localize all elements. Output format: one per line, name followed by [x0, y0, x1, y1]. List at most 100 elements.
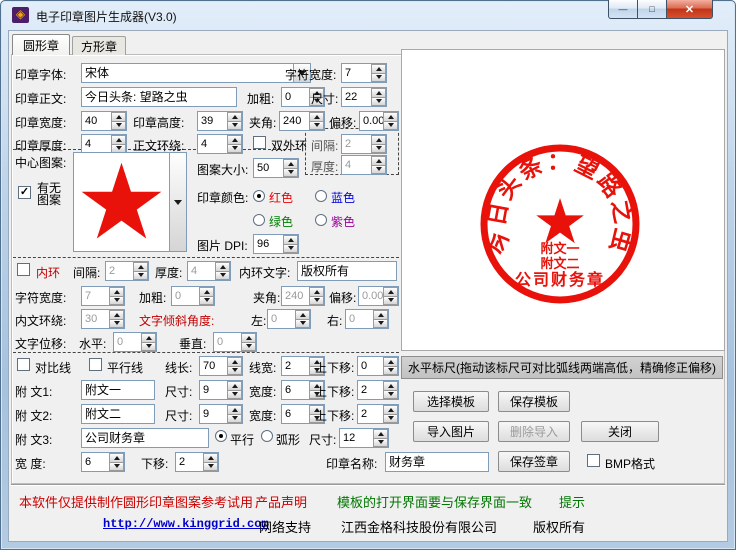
shift-horizontal-spinner[interactable]: 0 — [113, 332, 157, 352]
spin-up-icon[interactable] — [283, 235, 298, 245]
color-blue-radio[interactable] — [315, 190, 327, 202]
spinner-buttons[interactable] — [203, 453, 218, 471]
spin-up-icon[interactable] — [371, 156, 386, 166]
inner-thickness-spinner[interactable]: 4 — [187, 261, 231, 281]
spin-up-icon[interactable] — [371, 88, 386, 98]
spin-up-icon[interactable] — [109, 310, 124, 320]
minimize-button[interactable]: — — [608, 0, 638, 19]
spinner-buttons[interactable] — [133, 262, 148, 280]
spin-up-icon[interactable] — [227, 381, 242, 391]
appendix3-width-spinner[interactable]: 6 — [81, 452, 125, 472]
spin-up-icon[interactable] — [309, 112, 324, 122]
appendix3-input[interactable]: 公司财务章 — [81, 428, 209, 448]
inner-ring-checkbox[interactable] — [17, 263, 30, 276]
spin-up-icon[interactable] — [383, 381, 398, 391]
spinner-buttons[interactable] — [309, 112, 324, 130]
tip-link[interactable]: 提示 — [559, 492, 585, 511]
choose-template-button[interactable]: 选择模板 — [413, 391, 489, 412]
spinner-buttons[interactable] — [283, 235, 298, 253]
spin-down-icon[interactable] — [133, 271, 148, 280]
angle-spinner[interactable]: 240 — [279, 111, 325, 131]
spin-up-icon[interactable] — [283, 159, 298, 169]
parallel-line-checkbox[interactable] — [89, 358, 102, 371]
maximize-button[interactable]: □ — [638, 0, 667, 19]
spinner-buttons[interactable] — [383, 405, 398, 423]
spinner-buttons[interactable] — [371, 88, 386, 106]
font-combobox[interactable]: 宋体 — [81, 63, 311, 83]
down-shift-spinner[interactable]: 2 — [175, 452, 219, 472]
spin-down-icon[interactable] — [383, 390, 398, 399]
size-spinner[interactable]: 22 — [341, 87, 387, 107]
spin-down-icon[interactable] — [109, 462, 124, 471]
spinner-buttons[interactable] — [295, 310, 310, 328]
spin-up-icon[interactable] — [203, 453, 218, 463]
spin-down-icon[interactable] — [383, 296, 398, 305]
appendix2-updown-spinner[interactable]: 2 — [357, 404, 399, 424]
spin-down-icon[interactable] — [111, 121, 126, 130]
has-pattern-checkbox[interactable] — [18, 186, 31, 199]
color-green-radio[interactable] — [253, 214, 265, 226]
ring-gap-spinner[interactable]: 2 — [341, 134, 387, 154]
spin-down-icon[interactable] — [199, 296, 214, 305]
spin-down-icon[interactable] — [383, 366, 398, 375]
spinner-buttons[interactable] — [383, 287, 398, 305]
spinner-buttons[interactable] — [371, 156, 386, 174]
contrast-line-checkbox[interactable] — [17, 358, 30, 371]
spin-up-icon[interactable] — [227, 112, 242, 122]
spin-down-icon[interactable] — [309, 121, 324, 130]
delete-import-button[interactable]: 删除导入 — [498, 421, 570, 442]
spinner-buttons[interactable] — [109, 453, 124, 471]
tab-round-seal[interactable]: 圆形章 — [12, 34, 70, 55]
spin-up-icon[interactable] — [109, 453, 124, 463]
website-link[interactable]: http://www.kinggrid.com — [103, 517, 269, 531]
spinner-buttons[interactable] — [199, 287, 214, 305]
spin-down-icon[interactable] — [109, 296, 124, 305]
spin-up-icon[interactable] — [383, 287, 398, 297]
spin-up-icon[interactable] — [373, 429, 388, 439]
spinner-buttons[interactable] — [215, 262, 230, 280]
tab-square-seal[interactable]: 方形章 — [72, 36, 126, 55]
spinner-buttons[interactable] — [241, 333, 256, 351]
spinner-buttons[interactable] — [373, 310, 388, 328]
seal-text-input[interactable]: 今日头条: 望路之虫 — [81, 87, 237, 107]
appendix3-size-spinner[interactable]: 12 — [339, 428, 389, 448]
pattern-size-spinner[interactable]: 50 — [253, 158, 299, 178]
spin-up-icon[interactable] — [111, 135, 126, 145]
close-button[interactable]: ✕ — [667, 0, 713, 19]
spin-down-icon[interactable] — [283, 168, 298, 177]
arc-radio[interactable] — [261, 430, 273, 442]
spin-up-icon[interactable] — [309, 287, 324, 297]
shift-vertical-spinner[interactable]: 0 — [213, 332, 257, 352]
seal-width-spinner[interactable]: 40 — [81, 111, 127, 131]
line-length-spinner[interactable]: 70 — [199, 356, 243, 376]
appendix1-size-spinner[interactable]: 9 — [199, 380, 243, 400]
product-statement-link[interactable]: 产品声明 — [255, 492, 307, 511]
spinner-buttons[interactable] — [383, 357, 398, 375]
spinner-buttons[interactable] — [227, 112, 242, 130]
spin-up-icon[interactable] — [295, 310, 310, 320]
double-ring-checkbox[interactable] — [253, 136, 266, 149]
tilt-right-spinner[interactable]: 0 — [345, 309, 389, 329]
offset-spinner[interactable]: 0.000 — [359, 111, 399, 131]
spinner-buttons[interactable] — [227, 381, 242, 399]
spinner-buttons[interactable] — [283, 159, 298, 177]
spinner-buttons[interactable] — [109, 287, 124, 305]
spin-up-icon[interactable] — [383, 405, 398, 415]
save-seal-button[interactable]: 保存签章 — [498, 451, 570, 472]
spinner-buttons[interactable] — [309, 287, 324, 305]
ring-thickness-spinner[interactable]: 4 — [341, 155, 387, 175]
inner-angle-spinner[interactable]: 240 — [281, 286, 325, 306]
save-template-button[interactable]: 保存模板 — [498, 391, 570, 412]
spin-down-icon[interactable] — [373, 438, 388, 447]
spin-down-icon[interactable] — [227, 144, 242, 153]
spin-down-icon[interactable] — [141, 342, 156, 351]
seal-height-spinner[interactable]: 39 — [197, 111, 243, 131]
spin-down-icon[interactable] — [227, 414, 242, 423]
inner-wrap-spinner[interactable]: 30 — [81, 309, 125, 329]
spin-up-icon[interactable] — [227, 357, 242, 367]
appendix2-size-spinner[interactable]: 9 — [199, 404, 243, 424]
appendix1-updown-spinner[interactable]: 2 — [357, 380, 399, 400]
inner-char-width-spinner[interactable]: 7 — [81, 286, 125, 306]
close-dialog-button[interactable]: 关闭 — [581, 421, 659, 442]
parallel-radio[interactable] — [215, 430, 227, 442]
